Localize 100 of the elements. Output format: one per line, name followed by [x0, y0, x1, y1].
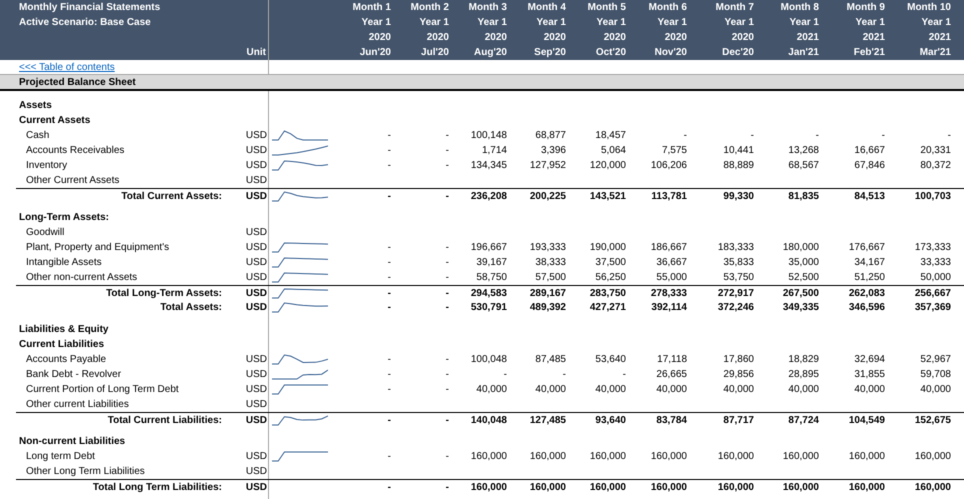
table-cell-text: -	[946, 130, 952, 141]
row-label: Total Long Term Liabilities:	[92, 482, 223, 492]
table-cell-text: 104,549	[848, 414, 886, 426]
table-cell-text: -	[682, 130, 688, 141]
table-cell-text: 427,271	[588, 302, 627, 313]
table-cell-text: -	[386, 288, 392, 298]
date-header: Feb'21	[854, 46, 885, 60]
table-cell-text: 40,000	[594, 384, 627, 395]
sparkline	[272, 145, 328, 156]
table-cell-text: 40,000	[722, 384, 755, 395]
month-header: Month 2	[410, 1, 449, 15]
table-of-contents-link[interactable]: <<< Table of contents	[19, 62, 115, 72]
date-header: Jul'20	[421, 46, 449, 60]
table-cell-text: -	[444, 130, 450, 141]
table-cell-text: 236,208	[470, 190, 508, 202]
year-header: Year 1	[658, 16, 687, 30]
table-cell-text: 160,000	[848, 482, 886, 492]
table-cell-text: 278,333	[650, 288, 688, 298]
sparkline	[272, 384, 328, 395]
unit-cell-text: USD	[244, 302, 268, 313]
table-cell-text: -	[386, 257, 392, 268]
table-cell-text: 55,000	[655, 272, 688, 283]
year-header: Year 1	[478, 16, 507, 30]
unit-cell-text: USD	[244, 227, 268, 238]
table-cell-text: 120,000	[588, 160, 627, 171]
month-header: Month 9	[846, 1, 885, 15]
table-cell-text: 267,500	[782, 288, 820, 298]
row-label: Total Current Assets:	[120, 190, 223, 202]
table-cell-text: 88,889	[722, 160, 755, 171]
table-cell-text: 183,333	[716, 242, 755, 253]
table-cell-text: 68,567	[787, 160, 820, 171]
row-label: Accounts Receivables	[25, 145, 126, 156]
table-cell-text: -	[386, 354, 392, 365]
month-header: Month 4	[528, 1, 566, 15]
table-cell-text: 87,724	[787, 414, 820, 426]
table-cell-text: 40,000	[475, 384, 508, 395]
table-cell-text: 372,246	[716, 302, 755, 313]
table-cell-text: 190,000	[588, 242, 627, 253]
table-cell-text: 127,952	[528, 160, 567, 171]
row-label: Long-Term Assets:	[18, 212, 110, 223]
table-cell-text: 83,784	[655, 414, 688, 426]
table-cell-text: 113,781	[650, 190, 688, 202]
table-cell-text: -	[444, 354, 450, 365]
month-header: Month 10	[907, 1, 951, 15]
table-cell-text: 3,396	[540, 145, 567, 156]
year-header: Year 1	[922, 16, 951, 30]
table-cell-text: -	[386, 414, 392, 426]
year-header: Year 1	[724, 16, 754, 30]
table-cell-text: 160,000	[848, 451, 886, 462]
table-cell-text: 16,667	[853, 145, 886, 156]
table-cell-text: -	[386, 384, 392, 395]
year-header: Year 1	[856, 16, 885, 30]
unit-cell-text: USD	[244, 466, 268, 477]
row-label: Plant, Property and Equipment's	[25, 242, 170, 253]
table-cell-text: 160,000	[470, 451, 508, 462]
table-cell-text: 17,118	[656, 354, 688, 365]
table-cell-text: 18,457	[594, 130, 627, 141]
table-cell-text: -	[502, 369, 508, 380]
table-cell-text: 50,000	[919, 272, 952, 283]
table-cell-text: 160,000	[650, 451, 688, 462]
table-cell-text: 160,000	[914, 482, 952, 492]
table-cell-text: 80,372	[919, 160, 952, 171]
table-cell-text: 160,000	[782, 451, 820, 462]
table-cell-text: 40,000	[787, 384, 820, 395]
table-cell-text: 39,167	[475, 257, 508, 268]
year-header: Year 1	[536, 16, 566, 30]
table-cell-text: 180,000	[782, 242, 820, 253]
table-cell-text: 56,250	[594, 272, 627, 283]
table-cell-text: -	[562, 369, 567, 380]
month-header: Month 5	[588, 1, 626, 15]
table-cell-text: 40,000	[919, 384, 952, 395]
calendar-year-header: 2020	[368, 31, 391, 45]
table-cell-text: 193,333	[528, 242, 567, 253]
table-cell-text: 489,392	[528, 302, 567, 313]
table-cell-text: -	[622, 369, 627, 380]
table-cell-text: 134,345	[470, 160, 508, 171]
table-cell-text: 32,694	[853, 354, 886, 365]
unit-cell-text: USD	[244, 145, 268, 156]
table-cell-text: 160,000	[470, 482, 508, 492]
sparkline	[272, 190, 328, 202]
table-cell-text: 35,833	[722, 257, 755, 268]
table-cell-text: 289,167	[528, 288, 567, 298]
month-header: Month 3	[468, 1, 507, 15]
table-cell-text: 28,895	[787, 369, 820, 380]
table-cell-text: 160,000	[528, 451, 567, 462]
table-cell-text: 100,148	[470, 130, 508, 141]
table-cell-text: -	[386, 190, 392, 202]
table-cell-text: 58,750	[475, 272, 508, 283]
table-cell-text: 20,331	[919, 145, 952, 156]
table-cell-text: 31,855	[853, 369, 886, 380]
row-label: Assets	[18, 100, 53, 111]
table-cell-text: 160,000	[716, 482, 755, 492]
table-cell-text: -	[386, 451, 392, 462]
calendar-year-header: 2020	[604, 31, 626, 45]
table-cell-text: 346,596	[848, 302, 886, 313]
table-cell-text: 100,048	[470, 354, 508, 365]
date-header: Jun'20	[360, 46, 391, 60]
table-cell-text: 200,225	[528, 190, 567, 202]
table-cell-text: 5,064	[600, 145, 627, 156]
table-cell-text: 262,083	[848, 288, 886, 298]
